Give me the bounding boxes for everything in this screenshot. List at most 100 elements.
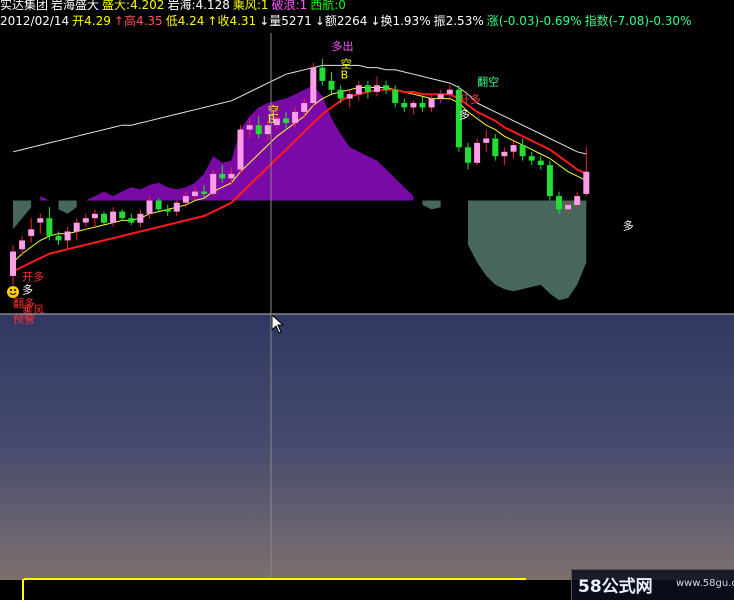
- watermark-58gs: 58公式网 www.58gu.com: [571, 569, 734, 600]
- candle-down: [219, 173, 226, 179]
- candle-up: [10, 251, 16, 276]
- candle-up: [501, 151, 508, 157]
- header-line2-item: 低4.24: [165, 14, 205, 28]
- candle-down: [201, 191, 208, 194]
- candle-down: [319, 67, 326, 81]
- header-line2-item: 开4.29: [72, 14, 111, 28]
- signal-label: 开多: [22, 269, 44, 283]
- signal-label: 多: [623, 218, 634, 232]
- candle-up: [301, 103, 308, 112]
- candle-down: [155, 200, 162, 210]
- candle-down: [55, 236, 62, 241]
- candle-up: [474, 142, 481, 163]
- candle-down: [419, 103, 426, 108]
- candle-down: [401, 103, 408, 108]
- candle-up: [292, 111, 299, 123]
- candle-up: [483, 138, 490, 143]
- header-line2-item: 2012/02/14: [0, 14, 70, 28]
- header-line2-item: 振2.53%: [433, 14, 484, 28]
- candle-down: [255, 125, 262, 135]
- candle-up: [310, 67, 317, 103]
- header-line2-item: ↓额2264: [314, 14, 368, 28]
- signal-label: 多: [22, 283, 33, 297]
- candle-up: [565, 204, 572, 210]
- signal-label: 多: [459, 108, 470, 122]
- candle-up: [437, 94, 444, 99]
- quote-header: 2012/02/14 开4.29 ↑高4.35 低4.24 ↑收4.31 ↓量5271 ↓额…: [0, 12, 734, 30]
- stock-chart-screen: 实达集团 岩海盛大 盛大:4.202 岩海:4.128 乘风:1 破浪:1 西航:0 201…: [0, 0, 734, 600]
- candle-down: [556, 196, 562, 210]
- signal-label: B: [341, 69, 349, 82]
- signal-label: 开多: [459, 92, 481, 106]
- candle-up: [19, 240, 26, 250]
- candle-up: [73, 222, 80, 232]
- candle-up: [246, 125, 253, 130]
- header-line1-item: 盛大:4.202: [102, 0, 165, 12]
- candle-up: [137, 213, 144, 223]
- candle-down: [537, 160, 544, 165]
- watermark-brand: 58公式网: [578, 577, 653, 597]
- header-line2-item: ↑收4.31: [207, 14, 257, 28]
- candle-up: [192, 191, 198, 196]
- candle-down: [283, 118, 289, 123]
- candle-up: [28, 229, 35, 236]
- candle-up: [346, 94, 353, 99]
- candle-down: [119, 211, 126, 219]
- candle-up: [446, 89, 453, 95]
- candle-up: [146, 200, 153, 214]
- watermark-url: www.58gu.com: [676, 578, 734, 589]
- indicator-pane: [0, 314, 734, 600]
- candle-up: [237, 129, 244, 170]
- candle-up: [510, 145, 517, 152]
- mouse-pointer-icon: [271, 314, 285, 334]
- candle-up: [64, 231, 71, 241]
- candle-down: [492, 138, 499, 157]
- header-line2-item: 指数(-7.08)-0.30%: [584, 14, 692, 28]
- candle-down: [337, 89, 344, 99]
- candlestick-chart[interactable]: 开多多翻多乘风预警空B多出空B开多翻空多多: [0, 33, 734, 600]
- candle-up: [355, 85, 362, 95]
- candle-down: [101, 213, 107, 223]
- signal-label: 翻空: [477, 74, 499, 88]
- candle-down: [519, 145, 526, 157]
- header-line1-item: 乘风:1: [232, 0, 269, 12]
- header-line1-item: 岩海盛大: [51, 0, 100, 12]
- candle-down: [46, 218, 53, 236]
- candle-up: [91, 213, 98, 219]
- header-line2-item: ↓量5271: [259, 14, 312, 28]
- smiley-icon: [7, 286, 19, 298]
- candle-down: [128, 218, 135, 223]
- signal-label: B: [268, 113, 276, 126]
- candle-up: [37, 218, 44, 223]
- candle-up: [583, 171, 590, 194]
- candle-down: [528, 156, 535, 161]
- smiley-eye-right: [14, 289, 16, 291]
- candle-up: [82, 218, 89, 223]
- candle-up: [228, 173, 235, 179]
- header-line2-item: ↓换1.93%: [370, 14, 431, 28]
- candle-up: [110, 211, 117, 223]
- candle-up: [210, 173, 217, 194]
- candle-up: [264, 125, 271, 135]
- candle-up: [410, 103, 417, 108]
- candle-down: [164, 209, 171, 212]
- header-line2-item: 涨(-0.03)-0.69%: [486, 14, 582, 28]
- header-line1-item: 西航:0: [310, 0, 346, 12]
- header-line2-item: ↑高4.35: [113, 14, 163, 28]
- header-line1-item: 实达集团: [0, 0, 49, 12]
- smiley-eye-left: [10, 289, 12, 291]
- signal-label: 多出: [332, 39, 354, 53]
- candle-down: [392, 89, 399, 103]
- candle-up: [173, 202, 180, 212]
- candle-up: [428, 98, 435, 108]
- candle-down: [546, 165, 553, 197]
- candle-down: [328, 80, 335, 90]
- candle-up: [182, 196, 189, 203]
- header-line1-item: 破浪:1: [271, 0, 308, 12]
- candle-up: [374, 85, 380, 92]
- header-line1-item: 岩海:4.128: [167, 0, 230, 12]
- candle-down: [465, 147, 471, 163]
- candle-down: [383, 85, 390, 90]
- candle-up: [574, 196, 581, 205]
- candle-down: [364, 85, 371, 92]
